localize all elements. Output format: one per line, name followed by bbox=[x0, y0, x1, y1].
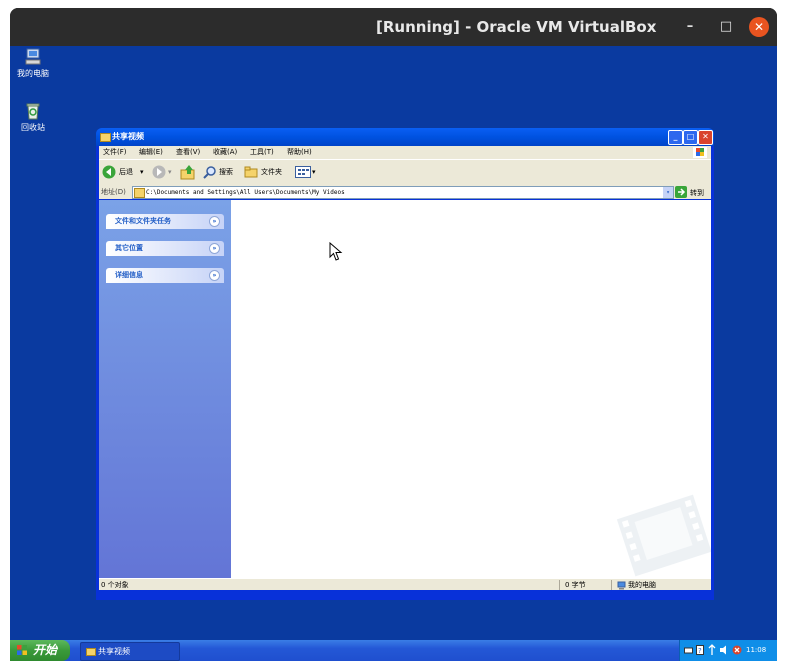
desktop-icon-label: 我的电脑 bbox=[17, 69, 49, 78]
folder-icon bbox=[134, 188, 145, 198]
address-dropdown-icon[interactable]: ▾ bbox=[663, 187, 673, 198]
recycle-bin-icon bbox=[24, 102, 42, 120]
menu-file[interactable]: 文件(F) bbox=[103, 146, 127, 159]
menu-view[interactable]: 查看(V) bbox=[176, 146, 200, 159]
file-list-area[interactable] bbox=[231, 200, 711, 578]
mouse-cursor-icon bbox=[329, 242, 343, 261]
toolbar: 后退 ▾ ▾ 搜索 文件夹 ▾ bbox=[99, 159, 711, 186]
desktop-icon-my-computer[interactable]: 我的电脑 bbox=[10, 48, 56, 79]
virtualbox-titlebar[interactable]: [Running] - Oracle VM VirtualBox – □ ✕ bbox=[10, 8, 777, 46]
address-value: C:\Documents and Settings\All Users\Docu… bbox=[146, 189, 345, 196]
back-arrow-icon bbox=[102, 165, 116, 179]
views-button[interactable]: ▾ bbox=[295, 164, 319, 180]
explorer-titlebar[interactable]: 共享视频 _ □ ✕ bbox=[96, 128, 714, 146]
keyboard-icon[interactable] bbox=[684, 646, 693, 655]
search-button[interactable]: 搜索 bbox=[203, 164, 239, 180]
folders-button[interactable]: 文件夹 bbox=[244, 164, 288, 180]
folder-icon bbox=[100, 133, 111, 142]
go-label: 转到 bbox=[690, 189, 704, 197]
computer-icon bbox=[24, 48, 42, 66]
explorer-window: 共享视频 _ □ ✕ 文件(F) 编辑(E) 查看(V) 收藏(A) 工具(T)… bbox=[96, 128, 714, 600]
explorer-title: 共享视频 bbox=[112, 132, 144, 141]
security-alert-icon[interactable] bbox=[732, 645, 742, 655]
status-separator bbox=[559, 580, 560, 590]
chevron-down-icon[interactable]: » bbox=[209, 270, 220, 281]
status-separator bbox=[611, 580, 612, 590]
menu-tools[interactable]: 工具(T) bbox=[250, 146, 274, 159]
address-field[interactable]: C:\Documents and Settings\All Users\Docu… bbox=[132, 186, 674, 199]
chevron-down-icon[interactable]: » bbox=[209, 216, 220, 227]
system-tray: ? 11:08 bbox=[679, 640, 777, 661]
panel-title: 其它位置 bbox=[115, 244, 143, 252]
windows-flag-icon bbox=[17, 645, 27, 655]
window-bottom-border bbox=[96, 590, 714, 600]
panel-details[interactable]: 详细信息 » bbox=[106, 268, 224, 283]
clock: 11:08 bbox=[746, 646, 767, 654]
forward-dropdown-icon[interactable]: ▾ bbox=[168, 164, 172, 180]
back-button[interactable]: 后退 ▾ bbox=[102, 164, 148, 180]
taskbar-item-shared-videos[interactable]: 共享视频 bbox=[80, 642, 180, 661]
network-icon[interactable] bbox=[708, 644, 716, 656]
video-folder-watermark-icon bbox=[616, 494, 711, 577]
desktop-icon-recycle-bin[interactable]: 回收站 bbox=[10, 102, 56, 133]
back-label: 后退 bbox=[119, 168, 133, 176]
taskbar-item-label: 共享视频 bbox=[98, 647, 130, 656]
panel-other-places[interactable]: 其它位置 » bbox=[106, 241, 224, 256]
xp-minimize-button[interactable]: _ bbox=[668, 130, 683, 145]
windows-logo-icon bbox=[693, 147, 707, 158]
close-button[interactable]: ✕ bbox=[749, 17, 769, 37]
address-label: 地址(D) bbox=[101, 188, 126, 196]
taskbar: 开始 共享视频 ? 11:08 bbox=[10, 640, 777, 661]
back-dropdown-icon[interactable]: ▾ bbox=[140, 164, 144, 180]
forward-button[interactable]: ▾ bbox=[152, 164, 172, 180]
folders-icon bbox=[244, 166, 258, 178]
panel-file-folder-tasks[interactable]: 文件和文件夹任务 » bbox=[106, 214, 224, 229]
views-dropdown-icon: ▾ bbox=[312, 168, 316, 176]
svg-text:?: ? bbox=[698, 647, 702, 655]
start-button[interactable]: 开始 bbox=[10, 640, 70, 661]
folder-icon bbox=[86, 648, 96, 656]
search-label: 搜索 bbox=[219, 168, 233, 176]
go-arrow-icon bbox=[675, 186, 687, 198]
panel-title: 文件和文件夹任务 bbox=[115, 217, 171, 225]
desktop-icon-label: 回收站 bbox=[21, 123, 45, 132]
search-icon bbox=[203, 166, 216, 179]
chevron-down-icon[interactable]: » bbox=[209, 243, 220, 254]
up-folder-button[interactable] bbox=[180, 164, 196, 180]
menu-edit[interactable]: 编辑(E) bbox=[139, 146, 163, 159]
start-label: 开始 bbox=[33, 643, 58, 657]
task-pane: 文件和文件夹任务 » 其它位置 » 详细信息 » bbox=[99, 200, 231, 578]
address-bar: 地址(D) C:\Documents and Settings\All User… bbox=[99, 185, 711, 199]
xp-desktop: 我的电脑 回收站 共享视频 _ □ ✕ 文件(F) 编辑(E) 查看(V) 收藏… bbox=[10, 46, 777, 640]
views-icon bbox=[295, 166, 311, 178]
panel-title: 详细信息 bbox=[115, 271, 143, 279]
volume-icon[interactable] bbox=[719, 645, 729, 655]
menu-favorites[interactable]: 收藏(A) bbox=[213, 146, 237, 159]
xp-maximize-button[interactable]: □ bbox=[683, 130, 698, 145]
virtualbox-title: [Running] - Oracle VM VirtualBox bbox=[376, 18, 657, 36]
menu-help[interactable]: 帮助(H) bbox=[287, 146, 312, 159]
go-button[interactable]: 转到 bbox=[675, 186, 709, 198]
computer-icon bbox=[617, 581, 626, 590]
help-icon[interactable]: ? bbox=[696, 645, 704, 655]
virtualbox-window: [Running] - Oracle VM VirtualBox – □ ✕ 我… bbox=[10, 8, 777, 661]
folders-label: 文件夹 bbox=[261, 168, 282, 176]
forward-arrow-icon bbox=[152, 165, 166, 179]
xp-close-button[interactable]: ✕ bbox=[698, 130, 713, 145]
menu-bar: 文件(F) 编辑(E) 查看(V) 收藏(A) 工具(T) 帮助(H) bbox=[99, 146, 711, 159]
maximize-button[interactable]: □ bbox=[716, 17, 736, 37]
up-folder-icon bbox=[180, 165, 195, 180]
minimize-button[interactable]: – bbox=[680, 17, 700, 37]
